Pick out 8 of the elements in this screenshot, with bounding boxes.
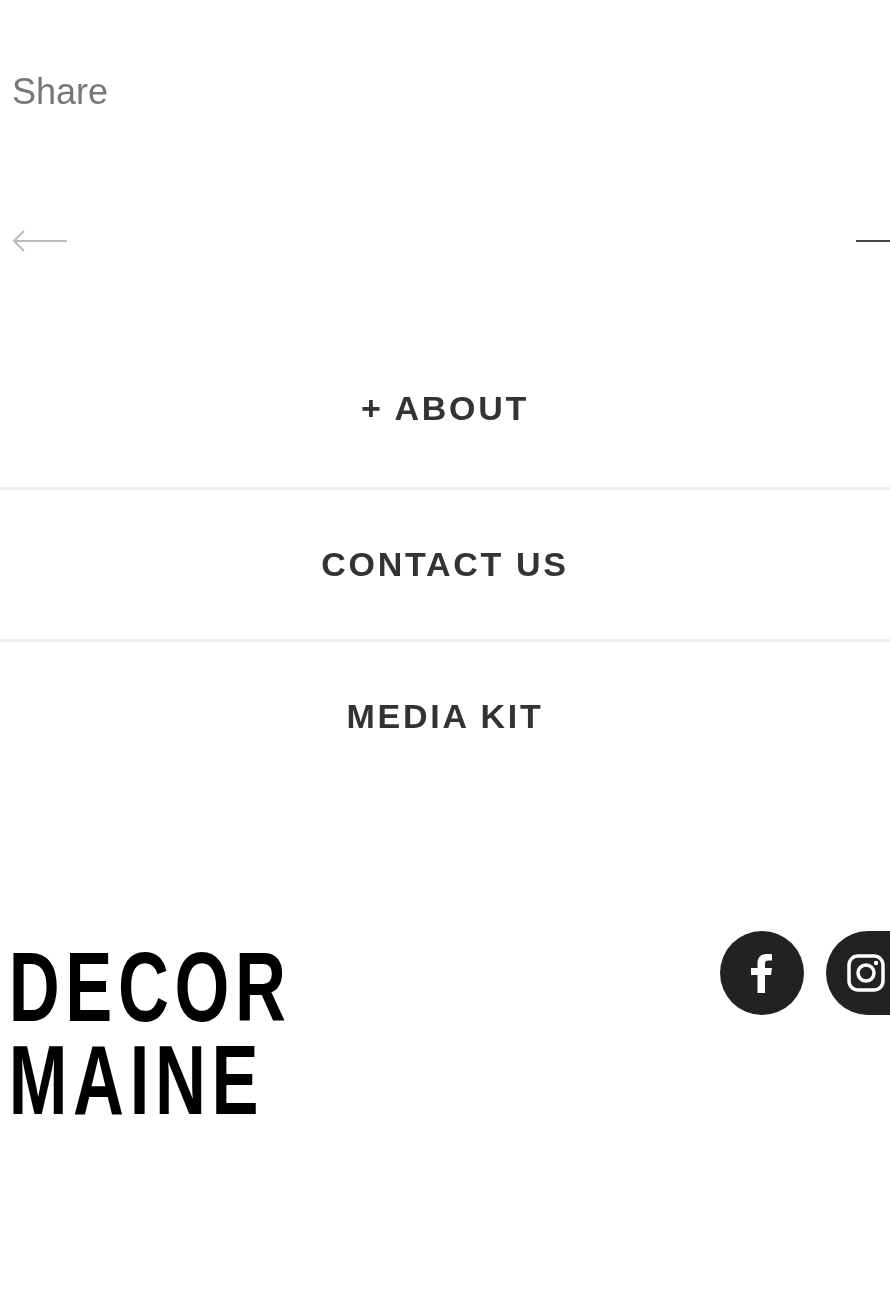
menu-link[interactable]: + ABOUT: [361, 382, 529, 434]
menu-link[interactable]: MEDIA KIT: [346, 691, 544, 742]
instagram-icon: [846, 953, 886, 993]
logo: DECOR MAINE: [7, 941, 292, 1128]
facebook-icon: [751, 953, 773, 993]
instagram-button[interactable]: [826, 931, 890, 1015]
menu-link[interactable]: CONTACT US: [321, 539, 569, 590]
share-link[interactable]: Share: [12, 71, 109, 112]
